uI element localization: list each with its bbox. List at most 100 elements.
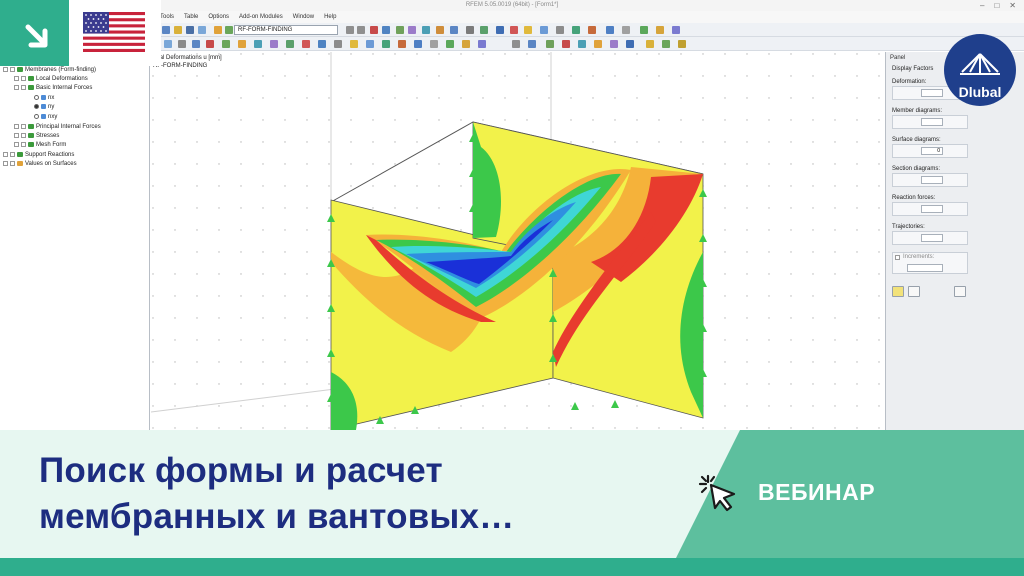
- surface-icon[interactable]: [572, 26, 580, 34]
- checkbox-icon[interactable]: [21, 85, 26, 90]
- hatch-icon[interactable]: [678, 40, 686, 48]
- checkbox-icon[interactable]: [10, 161, 15, 166]
- expand-icon[interactable]: [14, 76, 19, 81]
- visibility-icon[interactable]: [382, 40, 390, 48]
- export-icon[interactable]: [662, 40, 670, 48]
- reaction-forces-input[interactable]: [921, 205, 943, 213]
- increments-checkbox[interactable]: [895, 255, 900, 260]
- wireframe-icon[interactable]: [622, 26, 630, 34]
- perspective-icon[interactable]: [462, 40, 470, 48]
- menu-add-on-modules[interactable]: Add-on Modules: [239, 11, 283, 23]
- tree-item-local-deformations[interactable]: Local Deformations: [14, 74, 88, 83]
- table-icon[interactable]: [436, 26, 444, 34]
- open-icon[interactable]: [174, 26, 182, 34]
- isometric-icon[interactable]: [398, 40, 406, 48]
- checkbox-icon[interactable]: [21, 76, 26, 81]
- save-icon[interactable]: [186, 26, 194, 34]
- node-icon[interactable]: [524, 26, 532, 34]
- menu-table[interactable]: Table: [184, 11, 198, 23]
- axis-icon[interactable]: [512, 40, 520, 48]
- section-diagrams-input[interactable]: [921, 176, 943, 184]
- model-icon[interactable]: [496, 26, 504, 34]
- display-icon[interactable]: [606, 26, 614, 34]
- dimension-icon[interactable]: [334, 40, 342, 48]
- menu-options[interactable]: Options: [208, 11, 229, 23]
- calculate-icon[interactable]: [225, 26, 233, 34]
- rotate-icon[interactable]: [466, 26, 474, 34]
- results-icon[interactable]: [214, 26, 222, 34]
- solid-icon[interactable]: [588, 26, 596, 34]
- increments-select[interactable]: [907, 264, 943, 272]
- tree-item-nxy[interactable]: nxy: [34, 112, 57, 121]
- line-icon[interactable]: [540, 26, 548, 34]
- expand-icon[interactable]: [3, 161, 8, 166]
- surface-results-icon[interactable]: [396, 26, 404, 34]
- deformation-factor-input[interactable]: [921, 89, 943, 97]
- view-icon[interactable]: [382, 26, 390, 34]
- delete-icon[interactable]: [206, 40, 214, 48]
- select-icon[interactable]: [164, 40, 172, 48]
- section-icon[interactable]: [408, 26, 416, 34]
- panel-print-button[interactable]: [954, 286, 966, 297]
- panel-text-button[interactable]: [908, 286, 920, 297]
- view-y-icon[interactable]: [430, 40, 438, 48]
- trajectories-input[interactable]: [921, 234, 943, 242]
- model-viewport[interactable]: obal Deformations u [mm] RF-FORM-FINDING: [151, 52, 884, 430]
- help-icon[interactable]: [672, 26, 680, 34]
- connect-icon[interactable]: [270, 40, 278, 48]
- mirror-icon[interactable]: [222, 40, 230, 48]
- view-x-icon[interactable]: [414, 40, 422, 48]
- member-diagrams-input[interactable]: [921, 118, 943, 126]
- video-link-badge[interactable]: [0, 0, 69, 66]
- expand-icon[interactable]: [3, 152, 8, 157]
- expand-icon[interactable]: [14, 124, 19, 129]
- menu-window[interactable]: Window: [293, 11, 314, 23]
- panel-toggle-icon[interactable]: [640, 26, 648, 34]
- checkbox-icon[interactable]: [21, 133, 26, 138]
- comment-icon[interactable]: [350, 40, 358, 48]
- tree-item-ny[interactable]: ny: [34, 102, 54, 111]
- panel-edit-button[interactable]: [892, 286, 904, 297]
- options-icon[interactable]: [656, 26, 664, 34]
- measure-icon[interactable]: [318, 40, 326, 48]
- guide-icon[interactable]: [366, 40, 374, 48]
- support-display-icon[interactable]: [546, 40, 554, 48]
- menu-help[interactable]: Help: [324, 11, 336, 23]
- copy-icon[interactable]: [192, 40, 200, 48]
- member-icon[interactable]: [556, 26, 564, 34]
- expand-icon[interactable]: [14, 133, 19, 138]
- print-icon[interactable]: [198, 26, 206, 34]
- checkbox-icon[interactable]: [10, 67, 15, 72]
- module-combo[interactable]: RF-FORM-FINDING: [234, 25, 338, 35]
- next-icon[interactable]: [357, 26, 365, 34]
- tree-item-mesh-form[interactable]: Mesh Form: [14, 140, 66, 149]
- radio-icon[interactable]: [34, 95, 39, 100]
- scale-icon[interactable]: [238, 40, 246, 48]
- expand-icon[interactable]: [14, 85, 19, 90]
- checkbox-icon[interactable]: [21, 124, 26, 129]
- tree-item-values-on-surfaces[interactable]: Values on Surfaces: [3, 159, 77, 168]
- zoom-icon[interactable]: [450, 26, 458, 34]
- radio-selected-icon[interactable]: [34, 104, 39, 109]
- new-icon[interactable]: [162, 26, 170, 34]
- reaction-icon[interactable]: [562, 40, 570, 48]
- prev-icon[interactable]: [346, 26, 354, 34]
- surface-diagrams-input[interactable]: 0: [921, 147, 943, 155]
- checkbox-icon[interactable]: [21, 142, 26, 147]
- checkbox-icon[interactable]: [10, 152, 15, 157]
- expand-icon[interactable]: [14, 142, 19, 147]
- tree-item-stresses[interactable]: Stresses: [14, 131, 59, 140]
- isolines-icon[interactable]: [594, 40, 602, 48]
- divide-icon[interactable]: [254, 40, 262, 48]
- tree-item-membranes[interactable]: Membranes (Form-finding): [3, 65, 96, 74]
- values-icon[interactable]: [626, 40, 634, 48]
- view-z-icon[interactable]: [446, 40, 454, 48]
- lighting-icon[interactable]: [478, 40, 486, 48]
- result-panel-icon[interactable]: [646, 40, 654, 48]
- menu-tools[interactable]: Tools: [160, 11, 174, 23]
- coordinate-icon[interactable]: [528, 40, 536, 48]
- radio-icon[interactable]: [34, 114, 39, 119]
- snap-icon[interactable]: [302, 40, 310, 48]
- animation-icon[interactable]: [610, 40, 618, 48]
- tree-item-basic-internal-forces[interactable]: Basic Internal Forces: [14, 83, 92, 92]
